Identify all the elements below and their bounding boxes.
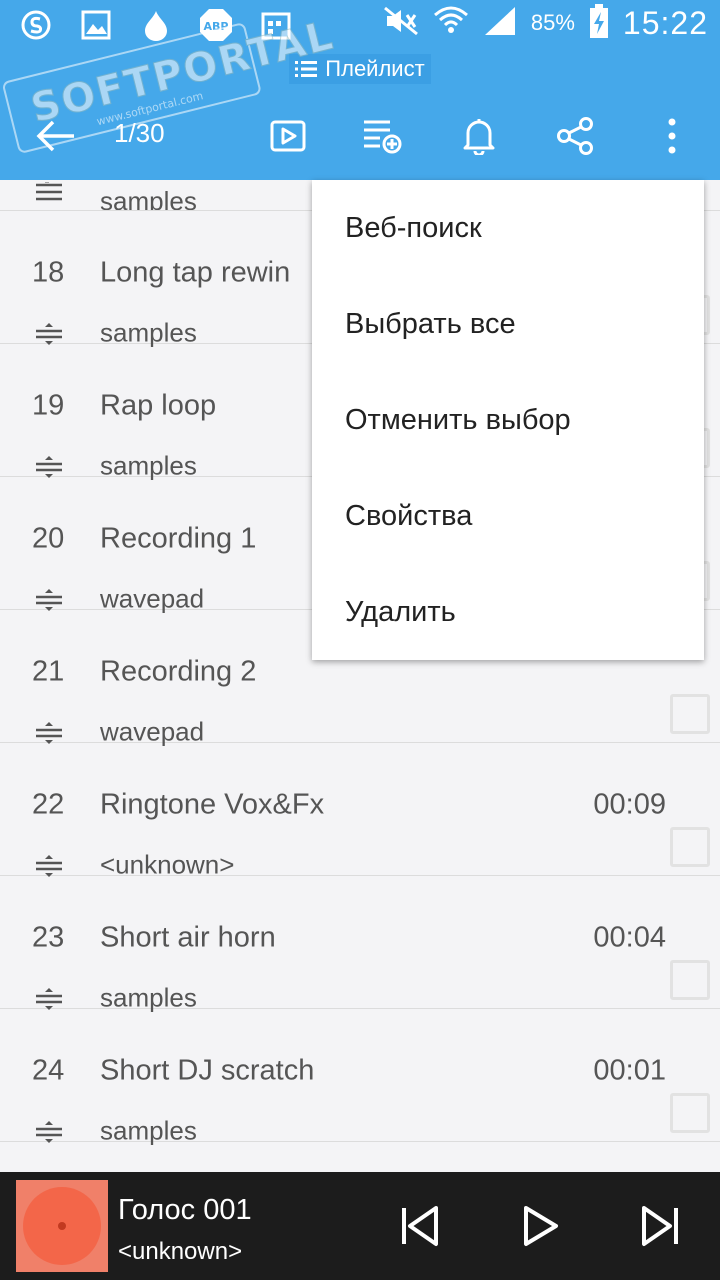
drop-icon [138, 8, 174, 42]
track-number: 21 [32, 655, 65, 688]
list-item[interactable]: 24 Short DJ scratch 00:01 samples [0, 1009, 720, 1146]
overflow-menu: Веб-поиск Выбрать все Отменить выбор Сво… [312, 180, 704, 660]
gallery-icon [78, 8, 114, 42]
menu-item-web-search[interactable]: Веб-поиск [312, 180, 704, 276]
track-counter: 1/30 [114, 118, 165, 148]
signal-icon [483, 5, 517, 41]
drag-handle-icon[interactable] [36, 323, 62, 345]
track-number: 23 [32, 921, 65, 954]
wifi-icon [433, 5, 469, 41]
track-duration: 00:04 [593, 921, 666, 954]
drag-handle-icon[interactable] [36, 722, 62, 744]
mute-icon [383, 6, 419, 40]
adblock-icon: ABP [198, 8, 234, 42]
track-number: 18 [32, 256, 65, 289]
battery-charging-icon [589, 4, 609, 42]
select-checkbox[interactable] [670, 960, 710, 1000]
toolbar: 1/30 [0, 100, 720, 170]
track-duration: 00:01 [593, 1054, 666, 1087]
select-checkbox[interactable] [670, 1093, 710, 1133]
drag-handle-icon[interactable] [36, 855, 62, 877]
previous-icon[interactable] [390, 1196, 450, 1256]
clock: 15:22 [622, 4, 708, 41]
playlist-title-text: Плейлист [325, 56, 425, 81]
next-icon[interactable] [630, 1196, 690, 1256]
drag-handle-icon[interactable] [36, 589, 62, 611]
add-to-playlist-icon[interactable] [352, 106, 412, 166]
battery-percent: 85% [530, 10, 575, 35]
calendar-icon [258, 8, 294, 42]
menu-item-properties[interactable]: Свойства [312, 468, 704, 564]
track-title: Recording 2 [100, 655, 257, 688]
drag-handle-icon[interactable] [36, 1121, 62, 1143]
now-playing-title[interactable]: Голос 001 [118, 1194, 252, 1227]
back-arrow-icon[interactable] [26, 106, 86, 166]
drag-handle-icon[interactable] [36, 181, 62, 202]
track-artist: samples [100, 186, 197, 211]
now-playing-artist: <unknown> [118, 1238, 243, 1265]
list-icon [295, 61, 318, 77]
play-icon[interactable] [510, 1196, 570, 1256]
bell-icon[interactable] [449, 106, 509, 166]
drag-handle-icon[interactable] [36, 988, 62, 1010]
select-checkbox[interactable] [670, 827, 710, 867]
s-app-icon [18, 8, 54, 42]
track-number: 22 [32, 788, 65, 821]
album-cover[interactable] [16, 1180, 108, 1272]
track-number: 19 [32, 389, 65, 422]
menu-item-delete[interactable]: Удалить [312, 564, 704, 660]
list-item[interactable]: 23 Short air horn 00:04 samples [0, 876, 720, 1013]
track-title: Short DJ scratch [100, 1054, 315, 1087]
drag-handle-icon[interactable] [36, 456, 62, 478]
play-box-icon[interactable] [258, 106, 318, 166]
track-title: Rap loop [100, 389, 217, 422]
select-checkbox[interactable] [670, 694, 710, 734]
list-item[interactable]: 22 Ringtone Vox&Fx 00:09 <unknown> [0, 743, 720, 880]
disc-icon [23, 1187, 101, 1265]
playlist-title[interactable]: Плейлист [289, 54, 431, 84]
track-title: Ringtone Vox&Fx [100, 788, 325, 821]
track-artist: samples [100, 1115, 197, 1146]
track-duration: 00:09 [593, 788, 666, 821]
more-vert-icon[interactable] [642, 106, 702, 166]
app-bar: ABP 85% 15:22 Плейлист SOFTPORTAL www.so… [0, 0, 720, 180]
track-number: 20 [32, 522, 65, 555]
track-title: Recording 1 [100, 522, 257, 555]
mini-player: Голос 001 <unknown> [0, 1172, 720, 1280]
menu-item-select-all[interactable]: Выбрать все [312, 276, 704, 372]
track-title: Long tap rewin [100, 256, 291, 289]
track-number: 24 [32, 1054, 65, 1087]
svg-text:ABP: ABP [204, 20, 229, 33]
share-icon[interactable] [545, 106, 605, 166]
status-bar: ABP 85% 15:22 [0, 0, 720, 50]
menu-item-deselect[interactable]: Отменить выбор [312, 372, 704, 468]
track-title: Short air horn [100, 921, 276, 954]
